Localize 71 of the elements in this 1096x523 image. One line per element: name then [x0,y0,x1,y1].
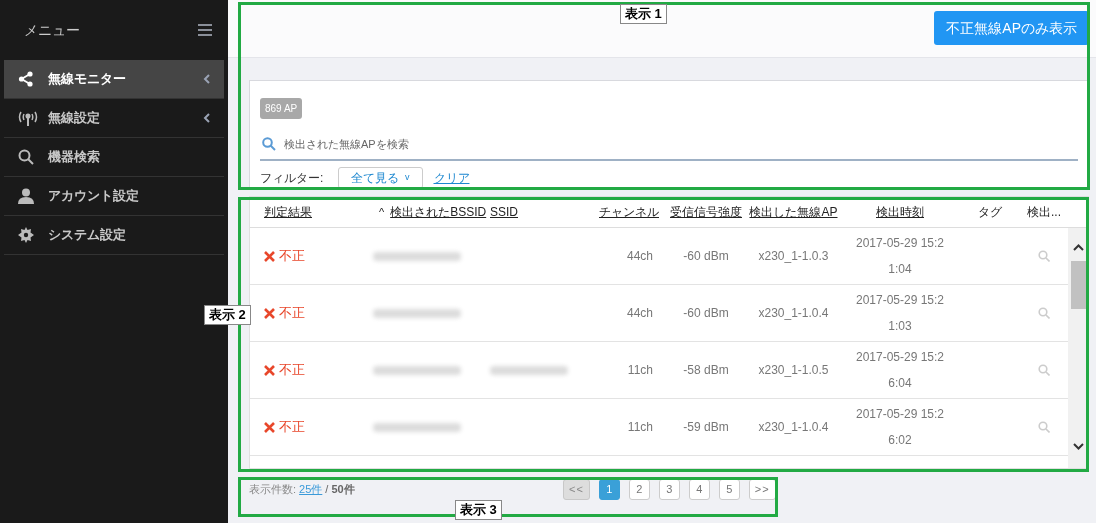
gear-icon [18,227,34,243]
table-cell: x230_1-1.0.4 [758,306,829,320]
table-cell-text: 2017-05-29 15:21:04 [854,235,946,278]
sidebar-item[interactable]: 無線設定 [4,99,224,138]
table-cell-text: 2017-05-29 15:26:02 [854,406,946,449]
chevron-up-icon [1072,244,1084,251]
sort-indicator: ^ [379,206,385,218]
search-field[interactable]: 検出された無線APを検索 [284,135,1078,153]
menu-icon[interactable] [198,24,212,36]
user-icon [18,188,34,204]
search-icon[interactable] [1038,250,1050,262]
antenna-icon [18,110,38,126]
column-header[interactable]: 検出時刻 [876,205,924,219]
search-icon[interactable] [1038,421,1050,433]
search-icon [262,137,276,151]
scrollbar-thumb[interactable] [1070,261,1086,309]
column-header[interactable]: 検出した無線AP [749,205,838,219]
filter-dropdown[interactable]: 全て見る v [338,167,423,189]
cross-icon [264,421,275,433]
table-cell: x230_1-1.0.3 [758,249,829,263]
count-label: 表示件数: [249,481,297,497]
pagination-nav-button[interactable]: >> [748,478,776,500]
table-cell: x230_1-1.0.5 [758,363,829,377]
cross-icon [264,250,275,262]
menu-title: メニュー [24,20,80,40]
annotation-label: 表示 3 [455,500,502,520]
separator: / [325,481,329,497]
column-header[interactable]: SSID [490,205,518,219]
table-cell: -60 dBm [683,249,729,263]
search-icon [18,149,34,165]
table-cell: -58 dBm [683,363,729,377]
verdict-text: 不正 [279,247,305,266]
table-cell: 44ch [626,249,653,263]
table-cell-text: 2017-05-29 15:26:04 [854,349,946,392]
verdict-text: 不正 [279,304,305,323]
clear-link[interactable]: クリア [433,169,470,187]
cross-icon [264,364,275,376]
column-header[interactable]: 検出されたBSSID [390,205,487,219]
table-cell: 11ch [627,363,653,377]
column-header[interactable]: 受信信号強度 [670,205,742,219]
table-cell: 11ch [627,420,653,434]
table-cell: -59 dBm [683,420,729,434]
page-button[interactable]: 5 [718,478,740,500]
sidebar-item[interactable]: 無線モニター [4,60,224,99]
cross-icon [264,307,275,319]
page-button[interactable]: 3 [658,478,680,500]
sidebar-item[interactable]: アカウント設定 [4,177,224,216]
column-header[interactable]: 判定結果 [264,205,312,219]
search-icon[interactable] [1038,307,1050,319]
table-cell-text: 2017-05-29 15:21:03 [854,292,946,335]
page-button[interactable]: 4 [688,478,710,500]
search-icon[interactable] [1038,364,1050,376]
filter-label: フィルター: [260,170,325,187]
table-cell: -60 dBm [683,306,729,320]
page-button[interactable]: 2 [628,478,650,500]
total-count: 50件 [331,481,355,497]
sidebar-item[interactable]: システム設定 [4,216,224,255]
share-icon [18,71,34,87]
scrollbar[interactable] [1068,228,1088,468]
table-cell: x230_1-1.0.4 [758,420,829,434]
verdict-text: 不正 [279,418,305,437]
column-header[interactable]: チャンネル [599,205,659,219]
verdict-text: 不正 [279,361,305,380]
annotation-label: 表示 1 [620,4,667,24]
chevron-down-icon [1072,443,1084,450]
column-header: タグ [978,205,1002,219]
column-header: 検出... [1027,205,1061,219]
table-cell: 44ch [626,306,653,320]
count-badge: 869 AP [260,98,303,119]
sidebar-item[interactable]: 機器検索 [4,138,224,177]
annotation-label: 表示 2 [204,305,251,325]
